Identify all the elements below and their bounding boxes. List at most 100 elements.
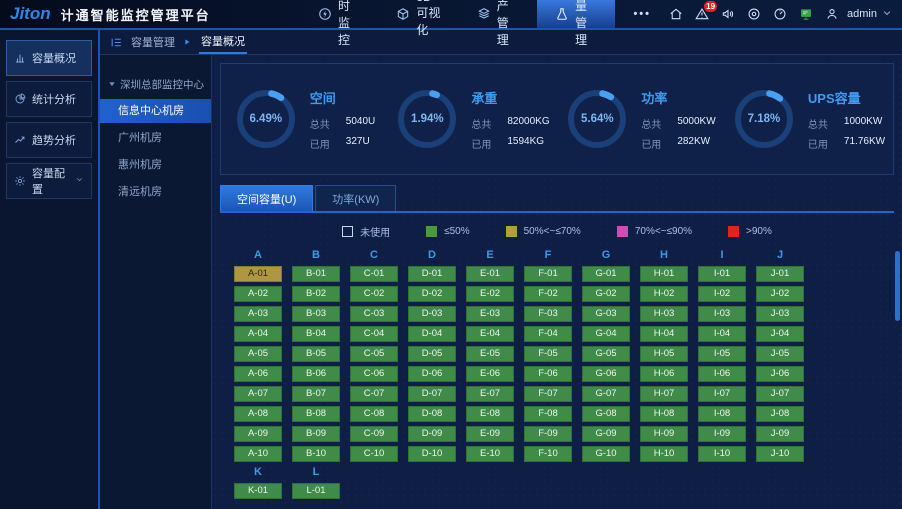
rack-cell-F-09[interactable]: F-09	[524, 426, 572, 442]
user-menu[interactable]: admin	[847, 8, 902, 21]
rack-cell-G-08[interactable]: G-08	[582, 406, 630, 422]
rack-cell-B-09[interactable]: B-09	[292, 426, 340, 442]
sound-button[interactable]	[721, 7, 735, 21]
rack-cell-E-01[interactable]: E-01	[466, 266, 514, 282]
record-button[interactable]	[747, 7, 761, 21]
collapse-menu-icon[interactable]	[110, 36, 123, 49]
rack-cell-E-09[interactable]: E-09	[466, 426, 514, 442]
rack-cell-I-07[interactable]: I-07	[698, 386, 746, 402]
rack-cell-E-07[interactable]: E-07	[466, 386, 514, 402]
tree-root[interactable]: 深圳总部监控中心	[100, 77, 211, 99]
rack-cell-A-02[interactable]: A-02	[234, 286, 282, 302]
alarm-button[interactable]: 19	[695, 7, 709, 21]
rack-cell-H-03[interactable]: H-03	[640, 306, 688, 322]
rack-cell-C-03[interactable]: C-03	[350, 306, 398, 322]
rack-cell-J-02[interactable]: J-02	[756, 286, 804, 302]
rack-cell-C-09[interactable]: C-09	[350, 426, 398, 442]
rack-cell-G-01[interactable]: G-01	[582, 266, 630, 282]
rack-cell-H-02[interactable]: H-02	[640, 286, 688, 302]
rack-cell-D-04[interactable]: D-04	[408, 326, 456, 342]
rack-cell-A-06[interactable]: A-06	[234, 366, 282, 382]
rack-cell-D-03[interactable]: D-03	[408, 306, 456, 322]
rack-cell-H-07[interactable]: H-07	[640, 386, 688, 402]
rack-cell-B-05[interactable]: B-05	[292, 346, 340, 362]
sidebar-item-overview[interactable]: 容量概况	[6, 40, 92, 76]
user-button[interactable]	[825, 7, 839, 21]
rack-cell-C-08[interactable]: C-08	[350, 406, 398, 422]
rack-cell-F-06[interactable]: F-06	[524, 366, 572, 382]
rack-cell-J-01[interactable]: J-01	[756, 266, 804, 282]
rack-cell-C-01[interactable]: C-01	[350, 266, 398, 282]
rack-cell-B-01[interactable]: B-01	[292, 266, 340, 282]
nav-item-asset[interactable]: 资产管理	[459, 0, 537, 28]
rack-cell-G-09[interactable]: G-09	[582, 426, 630, 442]
rack-cell-A-10[interactable]: A-10	[234, 446, 282, 462]
rack-cell-C-05[interactable]: C-05	[350, 346, 398, 362]
breadcrumb-current[interactable]: 容量概况	[199, 31, 247, 54]
sidebar-item-stats[interactable]: 统计分析	[6, 81, 92, 117]
rack-cell-C-02[interactable]: C-02	[350, 286, 398, 302]
rack-cell-E-08[interactable]: E-08	[466, 406, 514, 422]
rack-cell-G-10[interactable]: G-10	[582, 446, 630, 462]
rack-cell-J-04[interactable]: J-04	[756, 326, 804, 342]
rack-cell-J-08[interactable]: J-08	[756, 406, 804, 422]
rack-cell-H-08[interactable]: H-08	[640, 406, 688, 422]
tab-power-capacity[interactable]: 功率(KW)	[315, 185, 396, 211]
rack-cell-B-02[interactable]: B-02	[292, 286, 340, 302]
rack-cell-I-05[interactable]: I-05	[698, 346, 746, 362]
sidebar-item-trend[interactable]: 趋势分析	[6, 122, 92, 158]
rack-cell-H-04[interactable]: H-04	[640, 326, 688, 342]
rack-cell-C-10[interactable]: C-10	[350, 446, 398, 462]
tree-item-2[interactable]: 惠州机房	[100, 153, 211, 177]
rack-cell-F-02[interactable]: F-02	[524, 286, 572, 302]
rack-cell-I-04[interactable]: I-04	[698, 326, 746, 342]
rack-cell-G-02[interactable]: G-02	[582, 286, 630, 302]
rack-cell-H-10[interactable]: H-10	[640, 446, 688, 462]
dashboard-button[interactable]	[773, 7, 787, 21]
rack-cell-A-08[interactable]: A-08	[234, 406, 282, 422]
rack-cell-H-09[interactable]: H-09	[640, 426, 688, 442]
rack-cell-A-03[interactable]: A-03	[234, 306, 282, 322]
home-button[interactable]	[669, 7, 683, 21]
rack-cell-C-07[interactable]: C-07	[350, 386, 398, 402]
rack-cell-E-04[interactable]: E-04	[466, 326, 514, 342]
rack-cell-A-05[interactable]: A-05	[234, 346, 282, 362]
vertical-scrollbar[interactable]	[895, 251, 900, 321]
tab-space-capacity[interactable]: 空间容量(U)	[220, 185, 313, 211]
rack-cell-F-07[interactable]: F-07	[524, 386, 572, 402]
rack-cell-I-10[interactable]: I-10	[698, 446, 746, 462]
tree-item-3[interactable]: 清远机房	[100, 180, 211, 204]
rack-cell-I-03[interactable]: I-03	[698, 306, 746, 322]
rack-cell-D-08[interactable]: D-08	[408, 406, 456, 422]
rack-cell-B-10[interactable]: B-10	[292, 446, 340, 462]
tree-item-0[interactable]: 信息中心机房	[100, 99, 211, 123]
rack-cell-H-01[interactable]: H-01	[640, 266, 688, 282]
rack-cell-H-05[interactable]: H-05	[640, 346, 688, 362]
rack-cell-J-10[interactable]: J-10	[756, 446, 804, 462]
rack-cell-I-06[interactable]: I-06	[698, 366, 746, 382]
rack-cell-C-06[interactable]: C-06	[350, 366, 398, 382]
rack-cell-D-10[interactable]: D-10	[408, 446, 456, 462]
tree-item-1[interactable]: 广州机房	[100, 126, 211, 150]
rack-cell-F-08[interactable]: F-08	[524, 406, 572, 422]
rack-cell-J-07[interactable]: J-07	[756, 386, 804, 402]
rack-cell-G-04[interactable]: G-04	[582, 326, 630, 342]
rack-cell-B-03[interactable]: B-03	[292, 306, 340, 322]
rack-cell-E-10[interactable]: E-10	[466, 446, 514, 462]
rack-cell-F-10[interactable]: F-10	[524, 446, 572, 462]
rack-cell-J-06[interactable]: J-06	[756, 366, 804, 382]
rack-cell-G-07[interactable]: G-07	[582, 386, 630, 402]
rack-cell-E-06[interactable]: E-06	[466, 366, 514, 382]
breadcrumb-parent[interactable]: 容量管理	[131, 34, 175, 50]
monitor-button[interactable]	[799, 7, 813, 21]
rack-cell-D-01[interactable]: D-01	[408, 266, 456, 282]
nav-more-button[interactable]: •••	[615, 0, 669, 28]
rack-cell-C-04[interactable]: C-04	[350, 326, 398, 342]
rack-cell-I-02[interactable]: I-02	[698, 286, 746, 302]
rack-cell-D-05[interactable]: D-05	[408, 346, 456, 362]
rack-cell-D-07[interactable]: D-07	[408, 386, 456, 402]
rack-cell-E-03[interactable]: E-03	[466, 306, 514, 322]
rack-cell-B-07[interactable]: B-07	[292, 386, 340, 402]
rack-cell-E-05[interactable]: E-05	[466, 346, 514, 362]
rack-cell-L-01[interactable]: L-01	[292, 483, 340, 499]
